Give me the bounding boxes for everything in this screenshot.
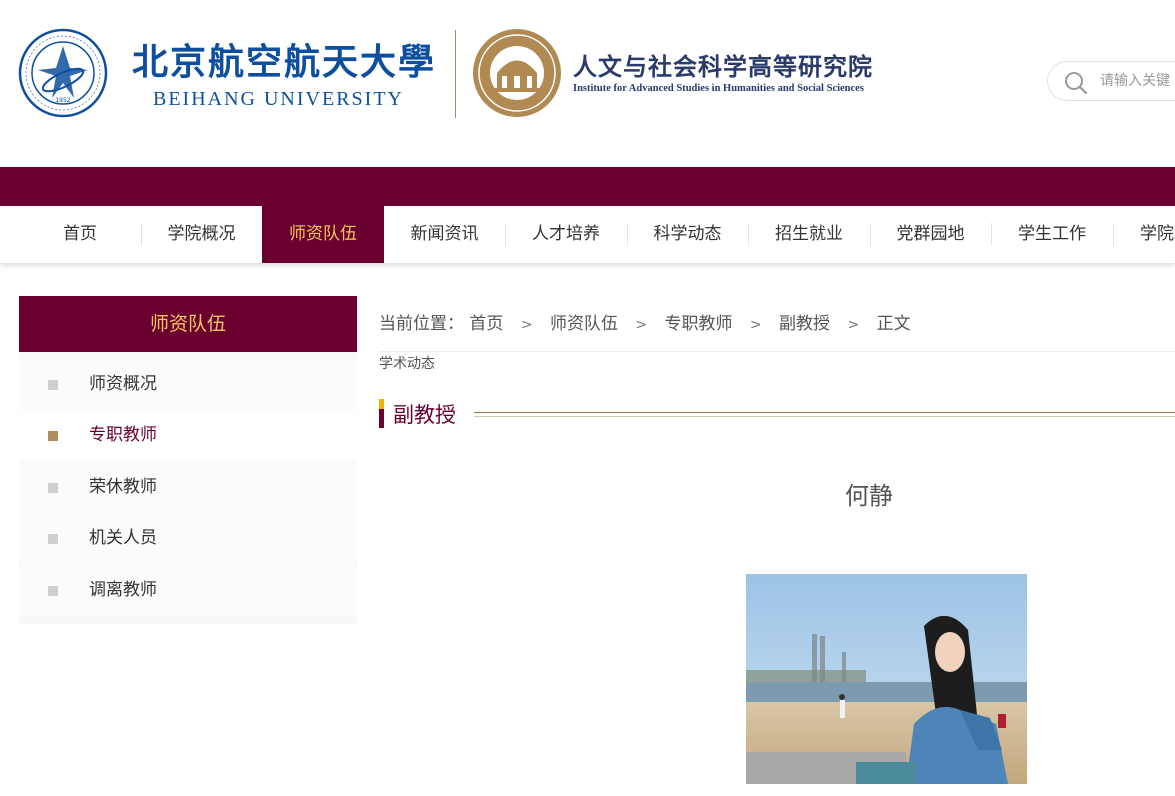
breadcrumb-faculty[interactable]: 师资队伍 bbox=[550, 311, 618, 337]
sidebar-item-fulltime[interactable]: 专职教师 bbox=[19, 410, 357, 461]
sidebar-menu: 师资概况 专职教师 荣休教师 机关人员 调离教师 bbox=[19, 352, 357, 624]
main-nav: 首页 学院概况 师资队伍 新闻资讯 人才培养 科学动态 招生就业 党群园地 学生… bbox=[0, 206, 1175, 263]
section-accent-bar bbox=[379, 399, 384, 409]
breadcrumb-fulltime[interactable]: 专职教师 bbox=[665, 311, 733, 337]
nav-item-education[interactable]: 人才培养 bbox=[505, 206, 627, 263]
institute-name-cn: 人文与社会科学高等研究院 bbox=[573, 52, 873, 81]
nav-item-college[interactable]: 学院 bbox=[1113, 206, 1175, 263]
site-header: 1952 北京航空航天大學 BEIHANG UNIVERSITY 人文与社会科学… bbox=[0, 0, 1175, 167]
bullet-square-icon bbox=[48, 483, 58, 493]
section-title: 副教授 bbox=[393, 403, 456, 427]
nav-item-research[interactable]: 科学动态 bbox=[627, 206, 748, 263]
bullet-square-icon bbox=[48, 586, 58, 596]
section-rule bbox=[474, 416, 1175, 417]
sidebar-item-label: 荣休教师 bbox=[89, 477, 157, 497]
sidebar-item-staff[interactable]: 机关人员 bbox=[19, 513, 357, 564]
sidebar-item-label: 调离教师 bbox=[89, 580, 157, 600]
breadcrumb: 当前位置： 首页 > 师资队伍 > 专职教师 > 副教授 > 正文 bbox=[379, 311, 911, 337]
breadcrumb-prefix: 当前位置： bbox=[379, 314, 464, 334]
breadcrumb-home[interactable]: 首页 bbox=[469, 311, 503, 337]
breadcrumb-current: 正文 bbox=[876, 314, 911, 334]
chevron-right-icon: > bbox=[847, 317, 860, 333]
sidebar-item-retired[interactable]: 荣休教师 bbox=[19, 462, 357, 513]
chevron-right-icon: > bbox=[749, 317, 762, 333]
search-icon[interactable] bbox=[1063, 70, 1089, 96]
breadcrumb-sub[interactable]: 学术动态 bbox=[379, 354, 435, 374]
sidebar-item-overview[interactable]: 师资概况 bbox=[19, 359, 357, 410]
sidebar-item-label: 师资概况 bbox=[89, 374, 157, 394]
institute-seal-logo[interactable] bbox=[472, 28, 562, 118]
profile-photo bbox=[746, 574, 1027, 784]
nav-item-home[interactable]: 首页 bbox=[19, 206, 141, 263]
nav-item-about[interactable]: 学院概况 bbox=[141, 206, 262, 263]
breadcrumb-associate-prof[interactable]: 副教授 bbox=[779, 311, 830, 337]
sidebar-item-label: 机关人员 bbox=[89, 528, 157, 548]
bullet-square-icon bbox=[48, 534, 58, 544]
nav-item-faculty[interactable]: 师资队伍 bbox=[262, 206, 384, 263]
sidebar-item-former[interactable]: 调离教师 bbox=[19, 565, 357, 616]
section-accent-bar bbox=[379, 409, 384, 428]
sidebar-title: 师资队伍 bbox=[19, 296, 357, 352]
university-name-en: BEIHANG UNIVERSITY bbox=[153, 88, 404, 110]
university-name-cn: 北京航空航天大學 bbox=[132, 41, 437, 83]
nav-item-students[interactable]: 学生工作 bbox=[991, 206, 1113, 263]
sidebar-item-label: 专职教师 bbox=[89, 425, 157, 445]
bullet-square-icon bbox=[48, 431, 58, 441]
person-name: 何静 bbox=[845, 482, 893, 510]
beihang-seal-logo[interactable]: 1952 bbox=[18, 28, 108, 118]
header-divider bbox=[455, 30, 456, 118]
search-input[interactable] bbox=[1100, 69, 1175, 93]
nav-item-admissions[interactable]: 招生就业 bbox=[748, 206, 870, 263]
chevron-right-icon: > bbox=[635, 317, 648, 333]
breadcrumb-divider bbox=[379, 351, 1175, 352]
section-rule bbox=[474, 412, 1175, 413]
chevron-right-icon: > bbox=[520, 317, 533, 333]
header-band bbox=[0, 167, 1175, 206]
bullet-square-icon bbox=[48, 380, 58, 390]
institute-name-en: Institute for Advanced Studies in Humani… bbox=[573, 83, 864, 94]
nav-item-party[interactable]: 党群园地 bbox=[870, 206, 991, 263]
nav-item-news[interactable]: 新闻资讯 bbox=[384, 206, 505, 263]
seal-year: 1952 bbox=[55, 97, 70, 104]
